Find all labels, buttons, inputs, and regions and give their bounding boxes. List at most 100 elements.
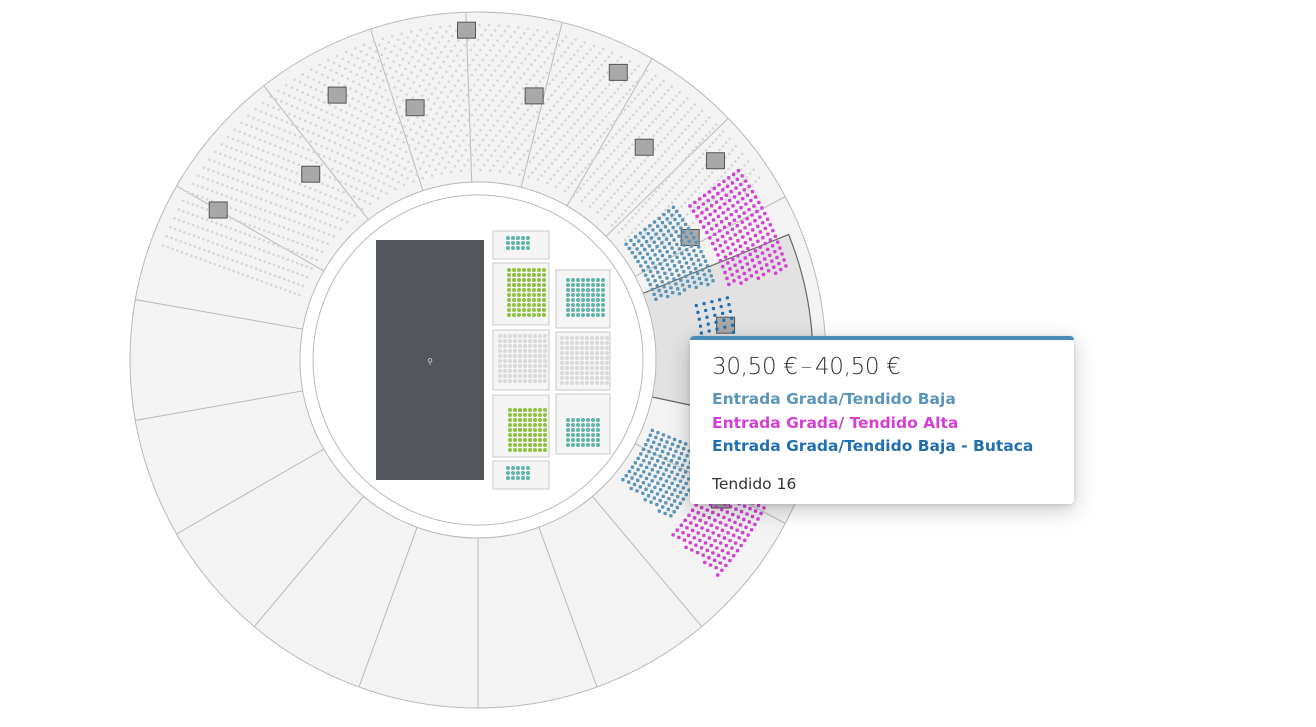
seat-grada-baja[interactable] <box>667 496 671 501</box>
pista-seat-teal[interactable] <box>516 476 520 480</box>
pista-seat-unavailable[interactable] <box>580 381 584 385</box>
seat-grada-baja[interactable] <box>670 291 675 295</box>
seat-grada-alta[interactable] <box>761 272 766 277</box>
seat-grada-baja[interactable] <box>655 283 659 288</box>
pista-seat-unavailable[interactable] <box>600 376 604 380</box>
seat-grada-alta[interactable] <box>748 506 752 511</box>
seat-grada-baja[interactable] <box>675 472 680 477</box>
seat-grada-baja[interactable] <box>667 486 671 490</box>
seat-grada-alta[interactable] <box>730 181 735 185</box>
seat-grada-baja[interactable] <box>642 470 646 474</box>
seat-grada-alta[interactable] <box>741 250 745 254</box>
seat-grada-alta[interactable] <box>708 563 713 567</box>
seat-grada-alta[interactable] <box>740 530 745 535</box>
seat-grada-baja-butaca[interactable] <box>731 330 736 334</box>
seat-grada-alta[interactable] <box>747 184 751 188</box>
seat-grada-alta[interactable] <box>721 249 725 254</box>
pista-seat-teal[interactable] <box>571 278 575 282</box>
seat-grada-alta[interactable] <box>731 204 735 208</box>
seat-grada-alta[interactable] <box>723 240 728 244</box>
seat-grada-baja[interactable] <box>689 244 694 248</box>
seat-grada-alta[interactable] <box>712 558 717 563</box>
pista-seat-unavailable[interactable] <box>580 371 584 375</box>
pista-seat-green[interactable] <box>542 288 546 292</box>
pista-seat-teal[interactable] <box>506 471 510 475</box>
seat-grada-baja[interactable] <box>627 469 632 474</box>
seat-grada-baja[interactable] <box>646 278 650 282</box>
seat-grada-baja[interactable] <box>663 225 668 229</box>
pista-seat-teal[interactable] <box>566 298 570 302</box>
seat-grada-alta[interactable] <box>728 558 732 563</box>
seat-grada-alta[interactable] <box>695 550 700 555</box>
seat-grada-baja[interactable] <box>642 459 646 463</box>
seat-grada-baja[interactable] <box>624 242 628 246</box>
pista-seat-teal[interactable] <box>526 476 530 480</box>
seat-grada-alta[interactable] <box>756 239 760 244</box>
seat-grada-alta[interactable] <box>735 224 740 228</box>
pista-seat-unavailable[interactable] <box>538 344 542 348</box>
pista-seat-unavailable[interactable] <box>590 381 594 385</box>
seat-grada-alta[interactable] <box>727 222 732 226</box>
seat-grada-baja[interactable] <box>627 480 631 484</box>
pista-seat-green[interactable] <box>508 418 512 422</box>
pista-seat-green[interactable] <box>517 308 521 312</box>
seat-grada-alta[interactable] <box>749 528 754 532</box>
pista-seat-unavailable[interactable] <box>595 336 599 340</box>
seat-grada-baja[interactable] <box>653 265 658 270</box>
pista-seat-green[interactable] <box>532 298 536 302</box>
seat-grada-alta[interactable] <box>744 277 748 282</box>
seat-grada-baja[interactable] <box>639 463 643 467</box>
seat-grada-alta[interactable] <box>742 517 746 522</box>
pista-seat-green[interactable] <box>522 308 526 312</box>
seat-grada-alta[interactable] <box>747 268 752 272</box>
seat-grada-alta[interactable] <box>703 216 708 220</box>
pista-seat-green[interactable] <box>522 303 526 307</box>
pista-seat-green[interactable] <box>513 428 517 432</box>
pista-seat-green[interactable] <box>537 288 541 292</box>
seat-grada-alta[interactable] <box>755 209 759 214</box>
seat-grada-alta[interactable] <box>730 273 734 277</box>
seat-grada-baja[interactable] <box>640 243 644 247</box>
pista-seat-unavailable[interactable] <box>513 354 517 358</box>
seat-grada-baja[interactable] <box>678 468 682 472</box>
seat-grada-baja[interactable] <box>669 503 674 507</box>
seat-grada-alta[interactable] <box>690 508 695 512</box>
seat-grada-baja[interactable] <box>660 449 665 454</box>
pista-seat-unavailable[interactable] <box>595 381 599 385</box>
seat-grada-baja[interactable] <box>636 478 640 483</box>
pista-seat-teal[interactable] <box>576 423 580 427</box>
seat-grada-alta[interactable] <box>725 231 730 235</box>
seat-grada-baja[interactable] <box>674 282 678 286</box>
seat-grada-baja[interactable] <box>662 284 666 289</box>
pista-seat-unavailable[interactable] <box>528 334 532 338</box>
seat-grada-alta[interactable] <box>739 543 743 548</box>
seat-grada-baja[interactable] <box>648 256 653 261</box>
pista-seat-unavailable[interactable] <box>580 351 584 355</box>
seat-grada-alta[interactable] <box>723 202 727 206</box>
pista-seat-unavailable[interactable] <box>560 351 564 355</box>
seat-grada-alta[interactable] <box>705 230 709 235</box>
seat-grada-baja[interactable] <box>665 276 669 280</box>
seat-grada-alta[interactable] <box>731 242 735 246</box>
seat-grada-baja[interactable] <box>648 433 652 437</box>
seat-grada-alta[interactable] <box>744 202 748 206</box>
seat-grada-alta[interactable] <box>688 540 692 545</box>
seat-grada-baja[interactable] <box>652 220 657 224</box>
seat-grada-baja[interactable] <box>647 483 651 487</box>
pista-seat-green[interactable] <box>512 288 516 292</box>
seat-grada-baja[interactable] <box>641 268 646 273</box>
pista-seat-green[interactable] <box>507 273 511 277</box>
seat-grada-baja[interactable] <box>664 237 669 241</box>
pista-seat-green[interactable] <box>518 448 522 452</box>
pista-seat-green[interactable] <box>532 293 536 297</box>
pista-seat-teal[interactable] <box>581 423 585 427</box>
seat-grada-baja[interactable] <box>682 243 686 247</box>
seat-grada-alta[interactable] <box>726 246 730 250</box>
seat-grada-baja[interactable] <box>633 255 637 259</box>
pista-seat-teal[interactable] <box>596 423 600 427</box>
seat-grada-baja[interactable] <box>629 238 633 243</box>
seat-grada-alta[interactable] <box>721 264 725 269</box>
pista-seat-green[interactable] <box>533 448 537 452</box>
seat-grada-alta[interactable] <box>738 259 742 264</box>
pista-seat-unavailable[interactable] <box>565 366 569 370</box>
